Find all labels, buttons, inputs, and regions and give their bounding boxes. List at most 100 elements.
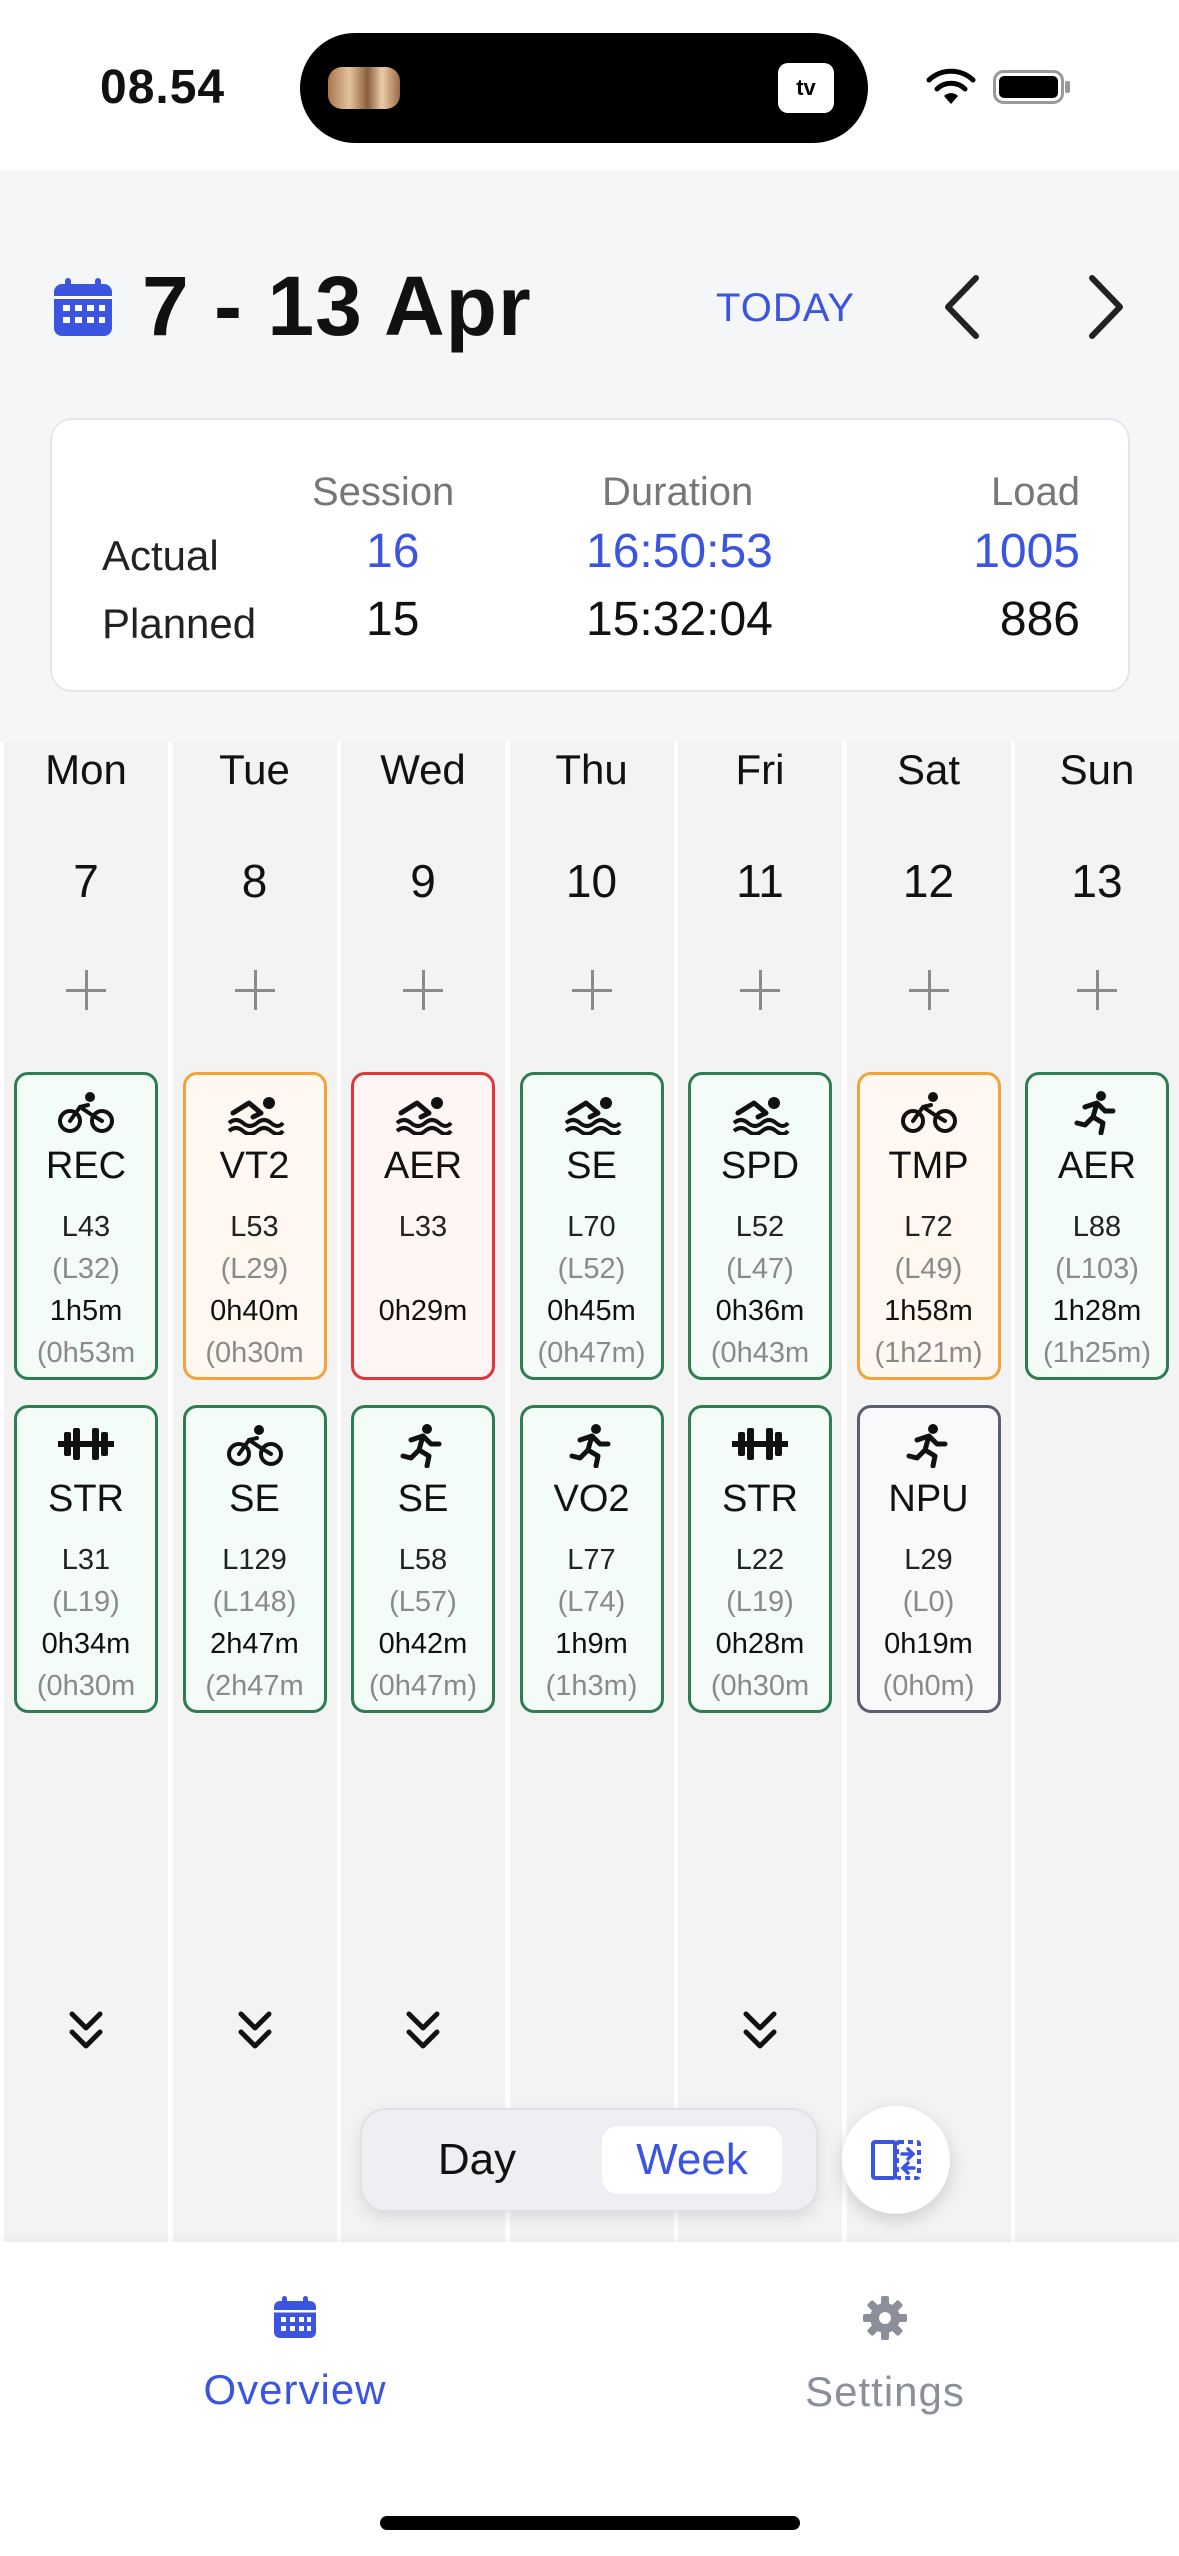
apple-tv-icon: tv [778, 63, 834, 113]
session-list: AER L88 (L103) 1h28m (1h25m) [1015, 1072, 1179, 1724]
session-code: SE [229, 1478, 280, 1520]
tab-bar: Overview Settings [0, 2242, 1179, 2556]
bike-icon [899, 1091, 959, 1135]
session-duration: 1h9m [555, 1628, 628, 1660]
gear-icon [863, 2296, 907, 2340]
session-card[interactable]: AER L33 0h29m [351, 1072, 495, 1380]
day-column-sun: Sun 13 AER L88 (L103) 1h28m (1h25m) [1015, 742, 1179, 2242]
session-duration: 1h58m [884, 1295, 973, 1327]
session-list: AERL330h29mSEL58(L57)0h42m(0h47m)VO2L71(… [341, 1072, 505, 1724]
run-icon [899, 1424, 959, 1469]
dynamic-island: tv [300, 33, 868, 143]
layout-switch-button[interactable] [842, 2106, 950, 2214]
session-load: L72 [904, 1211, 953, 1243]
planned-duration: 15:32:04 [586, 593, 773, 646]
session-card[interactable]: SE L129 (L148) 2h47m (2h47m [182, 1405, 327, 1713]
day-number: 8 [241, 855, 268, 907]
session-load: L31 [61, 1544, 111, 1576]
session-card[interactable]: VO2 L77 (L74) 1h9m (1h3m) [519, 1405, 664, 1713]
planned-load: (L148) [212, 1586, 297, 1618]
add-session-button[interactable] [66, 970, 106, 1010]
day-number: 9 [410, 855, 436, 907]
tab-overview-label: Overview [203, 2366, 387, 2413]
tab-overview[interactable]: Overview [145, 2294, 445, 2454]
session-code: AER [1057, 1145, 1137, 1187]
session-card[interactable]: TMP L72 (L49) 1h58m (1h21m) [856, 1072, 1001, 1380]
chevron-double-down-icon[interactable] [66, 2008, 106, 2052]
planned-duration: (0h47m) [537, 1337, 646, 1369]
session-card[interactable]: SE L70 (L52) 0h45m (0h47m) [519, 1072, 664, 1380]
day-view-option[interactable]: Day [382, 2126, 572, 2194]
add-session-button[interactable] [1077, 970, 1117, 1010]
session-card[interactable]: REC L43 (L32) 1h5m (0h53m [14, 1072, 158, 1380]
bike-icon [56, 1091, 116, 1135]
session-card[interactable]: STR L31 (L19) 0h34m (0h30m [14, 1405, 158, 1713]
session-duration: 0h42m [378, 1628, 468, 1660]
session-load: L70 [567, 1211, 616, 1243]
calendar-icon[interactable] [52, 276, 114, 338]
planned-load: (L103) [1055, 1253, 1139, 1285]
chevron-right-icon[interactable] [1082, 272, 1130, 342]
session-load: L43 [61, 1211, 111, 1243]
session-code: SE [397, 1478, 449, 1520]
planned-duration: (0h0m) [882, 1670, 975, 1702]
status-time: 08.54 [100, 61, 226, 114]
swim-icon [225, 1091, 285, 1136]
session-list: TMP L72 (L49) 1h58m (1h21m) NPU L29 (L0) 0h19m (0… [847, 1072, 1011, 1724]
day-name: Sun [1059, 746, 1135, 793]
summary-section: Session Duration Load Actual 16 16:50:53… [0, 410, 1179, 742]
run-icon [393, 1424, 453, 1469]
today-button[interactable]: TODAY [716, 286, 855, 331]
chevron-double-down-icon[interactable] [740, 2008, 780, 2052]
chevron-left-icon[interactable] [938, 272, 986, 342]
session-duration: 1h28m [1052, 1295, 1142, 1327]
session-duration: 0h19m [884, 1628, 973, 1660]
day-name: Tue [219, 746, 290, 793]
view-toggle: Day Week [360, 2108, 818, 2212]
day-name: Sat [896, 746, 961, 793]
week-view-option[interactable]: Week [602, 2126, 782, 2194]
session-card[interactable]: STR L22 (L19) 0h28m (0h30m [688, 1405, 832, 1713]
bike-icon [225, 1424, 285, 1468]
day-number: 12 [902, 855, 955, 907]
planned-load: (L19) [52, 1586, 120, 1618]
chevron-double-down-icon[interactable] [403, 2008, 443, 2052]
day-name: Fri [735, 746, 785, 793]
day-column-tue: Tue 8 VT2 L53 (L29) 0h40m (0h30m SE L129 (L148) 2h… [172, 742, 337, 2242]
planned-load: (L32) [52, 1253, 120, 1285]
session-card[interactable]: VT2 L53 (L29) 0h40m (0h30m [182, 1072, 327, 1380]
add-session-button[interactable] [908, 970, 949, 1010]
planned-duration: (1h3m) [545, 1670, 638, 1702]
session-card[interactable]: SPD L52 (L47) 0h36m (0h43m [688, 1072, 832, 1380]
session-code: STR [48, 1478, 124, 1520]
session-list: REC L43 (L32) 1h5m (0h53m STR L31 (L19) 0h34m (0h… [4, 1072, 168, 1724]
session-code: VT2 [219, 1145, 290, 1187]
planned-load: (L0) [902, 1586, 955, 1618]
session-card[interactable]: SE L58 (L57) 0h42m (0h47m) [351, 1405, 495, 1713]
add-session-button[interactable] [571, 970, 612, 1010]
session-list: VT2 L53 (L29) 0h40m (0h30m SE L129 (L148) 2h47m (… [173, 1072, 337, 1724]
session-duration: 0h28m [715, 1628, 805, 1660]
session-code: SPD [720, 1145, 800, 1187]
run-icon [562, 1424, 622, 1469]
now-playing-thumbnail [328, 67, 400, 109]
add-session-button[interactable] [234, 970, 275, 1010]
actual-session: 16 [366, 525, 420, 578]
day-name: Thu [555, 746, 628, 793]
planned-duration: (1h25m) [1043, 1337, 1151, 1369]
session-code: NPU [888, 1478, 969, 1520]
tab-settings[interactable]: Settings [735, 2294, 1035, 2454]
add-session-button[interactable] [403, 970, 443, 1010]
day-column-sat: Sat 12 TMP L72 (L49) 1h58m (1h21m) NPU L29 (L0) 0h… [846, 742, 1011, 2242]
session-load: L53 [230, 1211, 279, 1243]
add-session-button[interactable] [740, 970, 780, 1010]
planned-load: (L74) [557, 1586, 626, 1618]
planned-duration: (0h43m [710, 1337, 810, 1369]
session-code: AER [383, 1145, 463, 1187]
session-card[interactable]: NPU L29 (L0) 0h19m (0h0m) [856, 1405, 1001, 1713]
session-card[interactable]: AER L88 (L103) 1h28m (1h25m) [1025, 1072, 1169, 1380]
day-column-thu: Thu 10 SE L70 (L52) 0h45m (0h47m) VO2 L77 (L74) 1h… [509, 742, 674, 2242]
duration-header: Duration [602, 470, 754, 514]
planned-load: (L52) [557, 1253, 626, 1285]
chevron-double-down-icon[interactable] [235, 2008, 275, 2052]
